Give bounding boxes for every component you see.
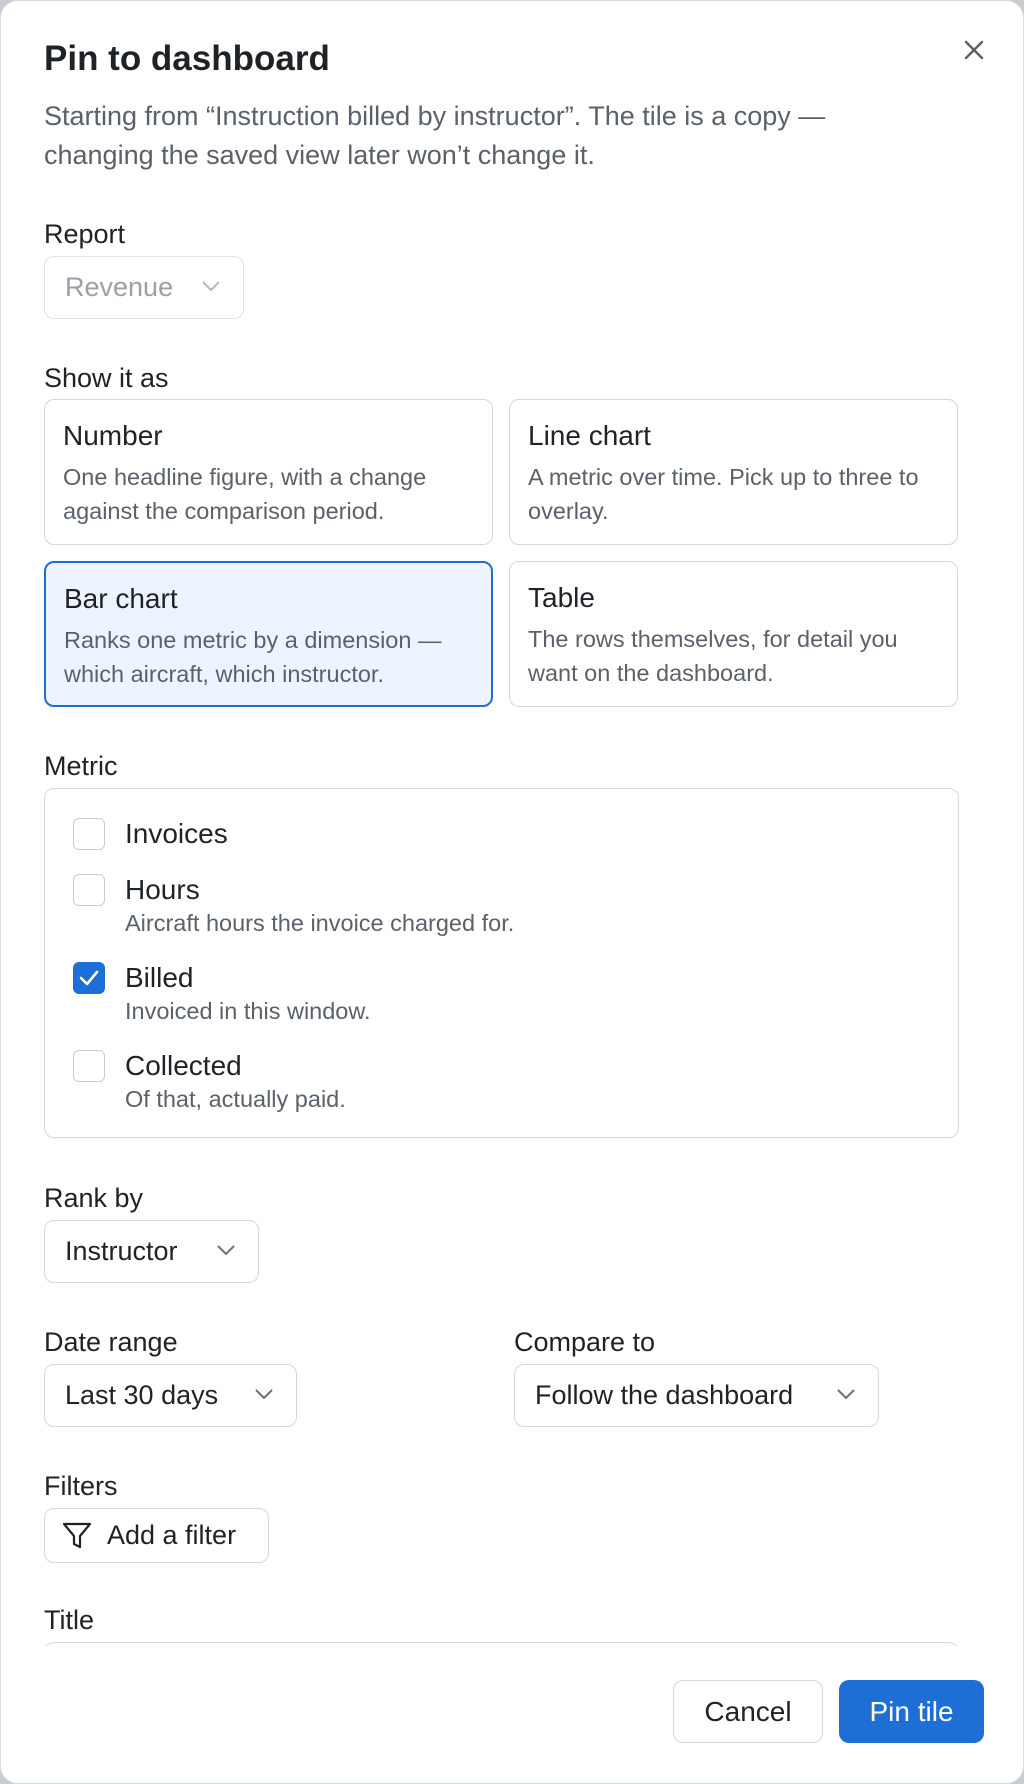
pin-tile-button[interactable]: Pin tile: [839, 1680, 984, 1743]
metric-title: Invoices: [125, 818, 228, 849]
filter-icon: [62, 1522, 92, 1548]
metric-list: Invoices Hours Aircraft hours the invoic…: [44, 788, 959, 1138]
date-range-value: Last 30 days: [65, 1380, 219, 1410]
date-range-label: Date range: [44, 1327, 178, 1357]
chevron-down-icon: [837, 1389, 855, 1400]
pin-dialog: Pin to dashboard Starting from “Instruct…: [0, 0, 1024, 1784]
add-filter-button[interactable]: Add a filter: [44, 1508, 269, 1563]
close-icon[interactable]: [959, 35, 989, 65]
checkmark-icon: [79, 970, 99, 986]
chevron-down-icon: [255, 1389, 273, 1400]
checkbox[interactable]: [73, 1050, 105, 1082]
show-as-option-line-chart[interactable]: Line chart A metric over time. Pick up t…: [509, 399, 958, 545]
metric-title: Collected: [125, 1050, 242, 1081]
metric-title: Billed: [125, 962, 194, 993]
show-as-label: Show it as: [44, 363, 169, 393]
show-as-option-table[interactable]: Table The rows themselves, for detail yo…: [509, 561, 958, 707]
dialog-title: Pin to dashboard: [44, 39, 330, 78]
chevron-down-icon: [202, 281, 220, 292]
option-title: Line chart: [528, 420, 651, 451]
rank-by-label: Rank by: [44, 1183, 144, 1213]
metric-item-billed[interactable]: Billed Invoiced in this window.: [73, 961, 371, 1027]
show-as-option-number[interactable]: Number One headline figure, with a chang…: [44, 399, 493, 545]
date-range-select[interactable]: Last 30 days: [44, 1364, 297, 1427]
filters-label: Filters: [44, 1471, 118, 1501]
rank-by-select[interactable]: Instructor: [44, 1220, 259, 1283]
option-title: Number: [63, 420, 163, 451]
option-description: The rows themselves, for detail you want…: [528, 626, 898, 686]
metric-description: Of that, actually paid.: [125, 1086, 346, 1112]
option-description: Ranks one metric by a dimension — which …: [64, 627, 442, 687]
metric-description: Invoiced in this window.: [125, 998, 371, 1024]
add-filter-label: Add a filter: [107, 1520, 237, 1550]
metric-description: Aircraft hours the invoice charged for.: [125, 910, 515, 936]
checkbox[interactable]: [73, 874, 105, 906]
report-value: Revenue: [65, 272, 174, 302]
option-title: Bar chart: [64, 583, 178, 614]
report-select: Revenue: [44, 256, 244, 319]
rank-by-value: Instructor: [65, 1236, 178, 1266]
checkbox-checked[interactable]: [73, 962, 105, 994]
checkbox[interactable]: [73, 818, 105, 850]
option-description: One headline figure, with a change again…: [63, 464, 427, 524]
option-description: A metric over time. Pick up to three to …: [528, 464, 919, 524]
dialog-subtitle: Starting from “Instruction billed by ins…: [44, 101, 826, 170]
cancel-button[interactable]: Cancel: [673, 1680, 823, 1743]
compare-to-select[interactable]: Follow the dashboard: [514, 1364, 879, 1427]
metric-item-invoices[interactable]: Invoices: [73, 817, 228, 851]
compare-to-label: Compare to: [514, 1327, 656, 1357]
report-label: Report: [44, 219, 126, 249]
metric-item-hours[interactable]: Hours Aircraft hours the invoice charged…: [73, 873, 514, 939]
metric-title: Hours: [125, 874, 200, 905]
metric-item-collected[interactable]: Collected Of that, actually paid.: [73, 1049, 346, 1115]
chevron-down-icon: [217, 1245, 235, 1256]
option-title: Table: [528, 582, 595, 613]
metric-label: Metric: [44, 751, 118, 781]
title-label: Title: [44, 1605, 95, 1635]
compare-to-value: Follow the dashboard: [535, 1380, 794, 1410]
show-as-option-bar-chart[interactable]: Bar chart Ranks one metric by a dimensio…: [44, 561, 493, 707]
